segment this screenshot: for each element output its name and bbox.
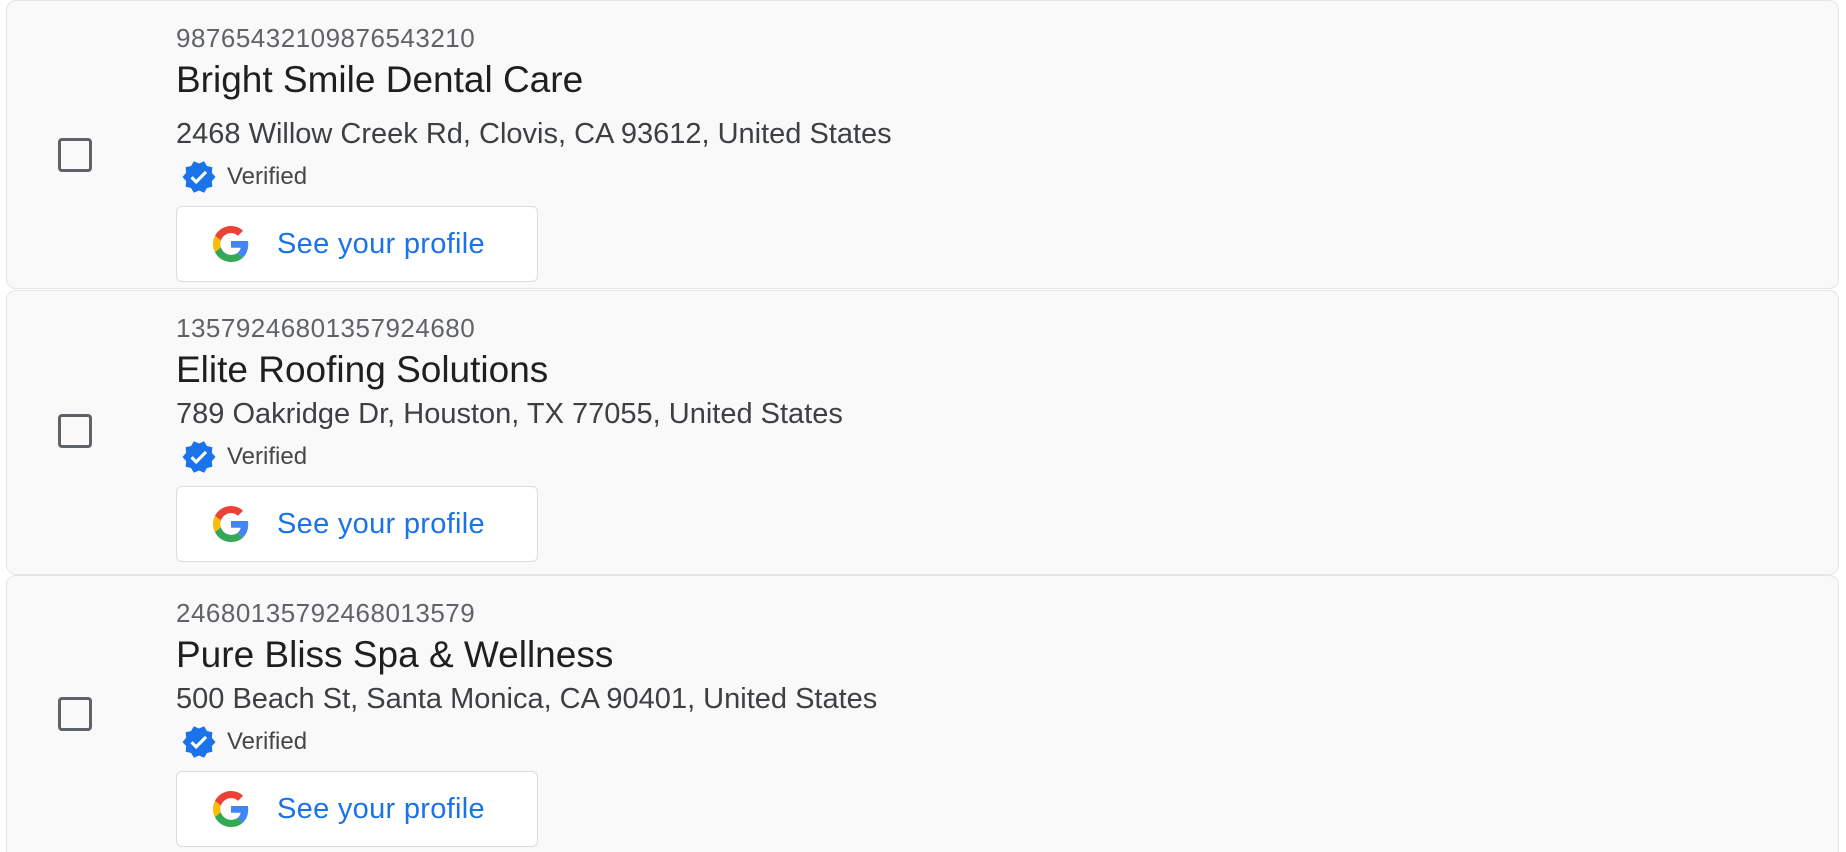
business-address: 789 Oakridge Dr, Houston, TX 77055, Unit… [176, 398, 843, 430]
business-name: Elite Roofing Solutions [176, 349, 549, 390]
see-profile-label: See your profile [277, 507, 485, 540]
google-g-icon [213, 506, 249, 542]
listing-info: 98765432109876543210 Bright Smile Dental… [176, 21, 892, 282]
business-name: Pure Bliss Spa & Wellness [176, 634, 614, 675]
listing-card: 13579246801357924680 Elite Roofing Solut… [6, 290, 1839, 575]
see-profile-button[interactable]: See your profile [176, 206, 538, 282]
verification-status: Verified [176, 157, 892, 197]
store-code: 24680135792468013579 [176, 598, 476, 628]
verification-status: Verified [176, 722, 877, 762]
verified-badge-icon [182, 161, 216, 193]
business-listing-list: 98765432109876543210 Bright Smile Dental… [0, 0, 1846, 852]
listing-card: 24680135792468013579 Pure Bliss Spa & We… [6, 575, 1839, 852]
verified-badge-icon [182, 441, 216, 473]
store-code: 13579246801357924680 [176, 313, 476, 343]
see-profile-button[interactable]: See your profile [176, 771, 538, 847]
business-name: Bright Smile Dental Care [176, 59, 584, 100]
business-address: 2468 Willow Creek Rd, Clovis, CA 93612, … [176, 118, 892, 150]
verified-label: Verified [227, 728, 308, 755]
google-g-icon [213, 226, 249, 262]
verified-label: Verified [227, 163, 308, 190]
verified-badge-icon [182, 726, 216, 758]
see-profile-label: See your profile [277, 227, 485, 260]
business-address: 500 Beach St, Santa Monica, CA 90401, Un… [176, 683, 878, 715]
listing-select-checkbox[interactable] [58, 138, 92, 172]
google-g-icon [213, 791, 249, 827]
listing-card: 98765432109876543210 Bright Smile Dental… [6, 0, 1839, 289]
listing-info: 13579246801357924680 Elite Roofing Solut… [176, 311, 843, 562]
verified-label: Verified [227, 443, 308, 470]
store-code: 98765432109876543210 [176, 23, 476, 53]
listing-info: 24680135792468013579 Pure Bliss Spa & We… [176, 596, 877, 847]
listing-select-checkbox[interactable] [58, 414, 92, 448]
listing-select-checkbox[interactable] [58, 697, 92, 731]
see-profile-label: See your profile [277, 792, 485, 825]
see-profile-button[interactable]: See your profile [176, 486, 538, 562]
verification-status: Verified [176, 437, 843, 477]
